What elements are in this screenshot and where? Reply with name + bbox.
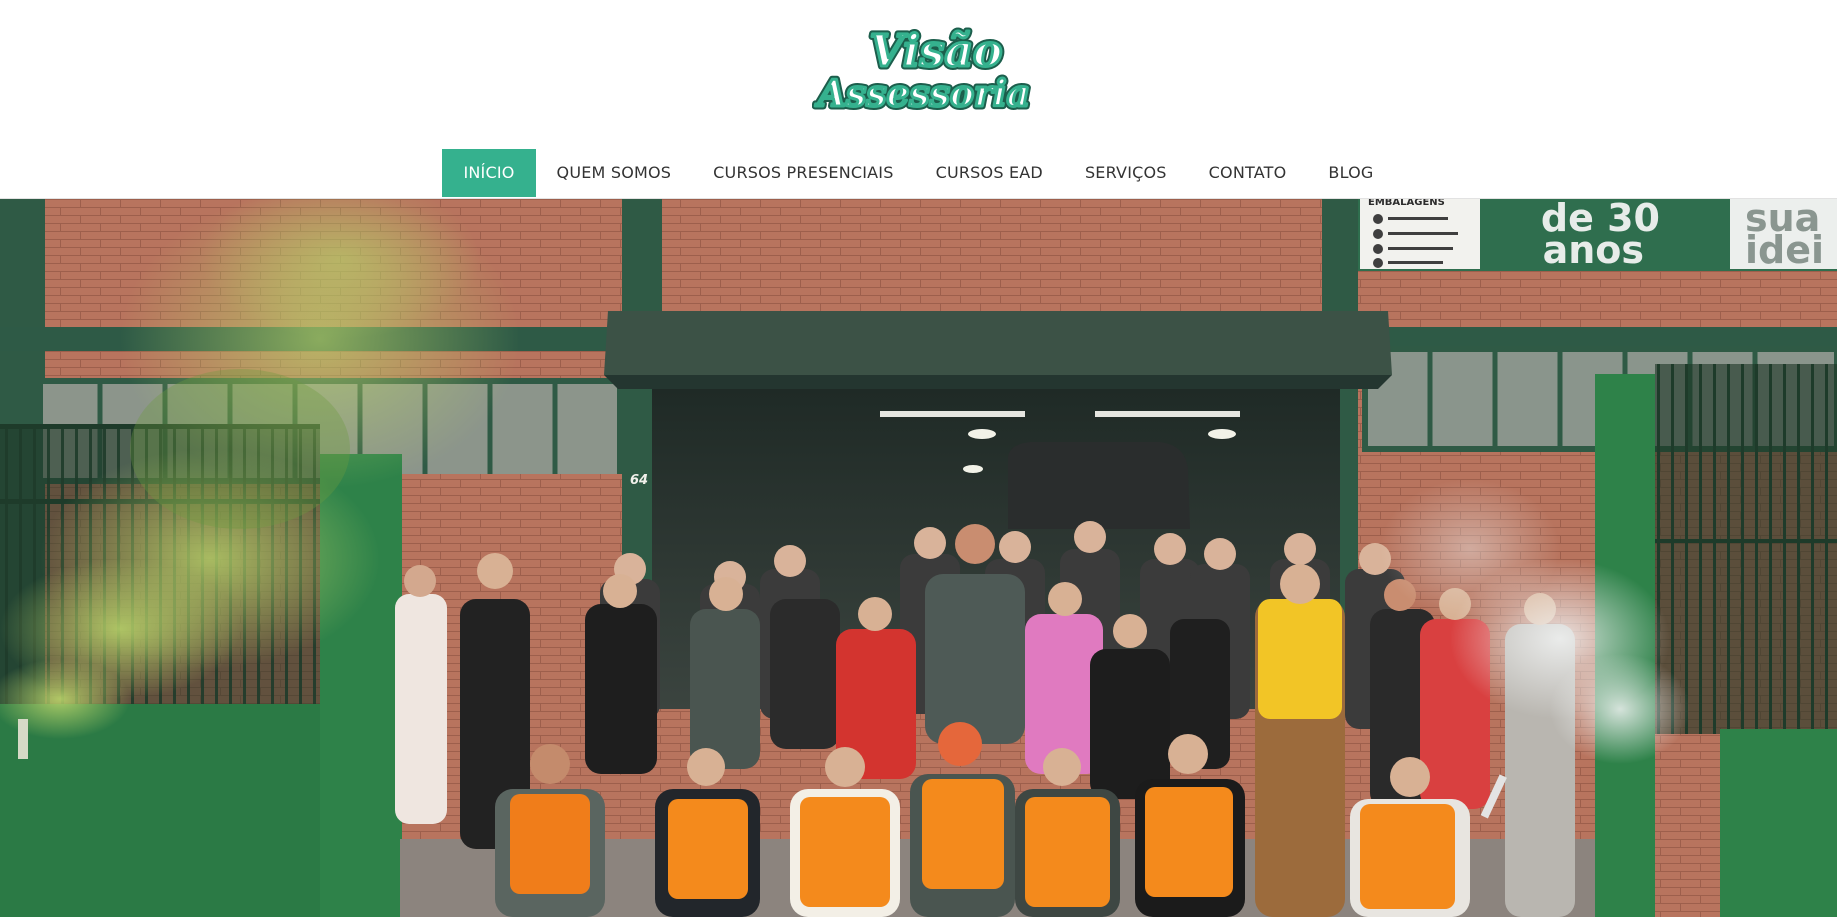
logo-graphic: Visão Visão Assessoria Assessoria (812, 23, 1033, 119)
nav-item-contato[interactable]: CONTATO (1188, 149, 1308, 197)
nav-item-cursos-ead[interactable]: CURSOS EAD (915, 149, 1064, 197)
nav-item-inicio[interactable]: INÍCIO (442, 149, 536, 197)
logo-line2: Assessoria (815, 73, 1030, 115)
awning (604, 311, 1392, 375)
main-nav: INÍCIO QUEM SOMOS CURSOS PRESENCIAIS CUR… (0, 149, 1837, 197)
building-number: 64 (630, 473, 648, 488)
sign-embalagens: EMBALAGENS (1368, 199, 1445, 208)
site-logo[interactable]: Visão Visão Assessoria Assessoria (812, 18, 1044, 119)
hero-banner: EMBALAGENS de 30 anos sua idei 64 (0, 199, 1837, 917)
site-header: Visão Visão Assessoria Assessoria INÍCIO… (0, 0, 1837, 199)
hero-photo: EMBALAGENS de 30 anos sua idei 64 (0, 199, 1837, 917)
sign-right-2: idei (1745, 228, 1824, 272)
nav-item-cursos-presenciais[interactable]: CURSOS PRESENCIAIS (692, 149, 914, 197)
logo-line1: Visão (870, 26, 1003, 77)
nav-item-quem-somos[interactable]: QUEM SOMOS (536, 149, 693, 197)
nav-item-blog[interactable]: BLOG (1307, 149, 1394, 197)
nav-item-servicos[interactable]: SERVIÇOS (1064, 149, 1188, 197)
sign-big-2: anos (1543, 228, 1644, 272)
